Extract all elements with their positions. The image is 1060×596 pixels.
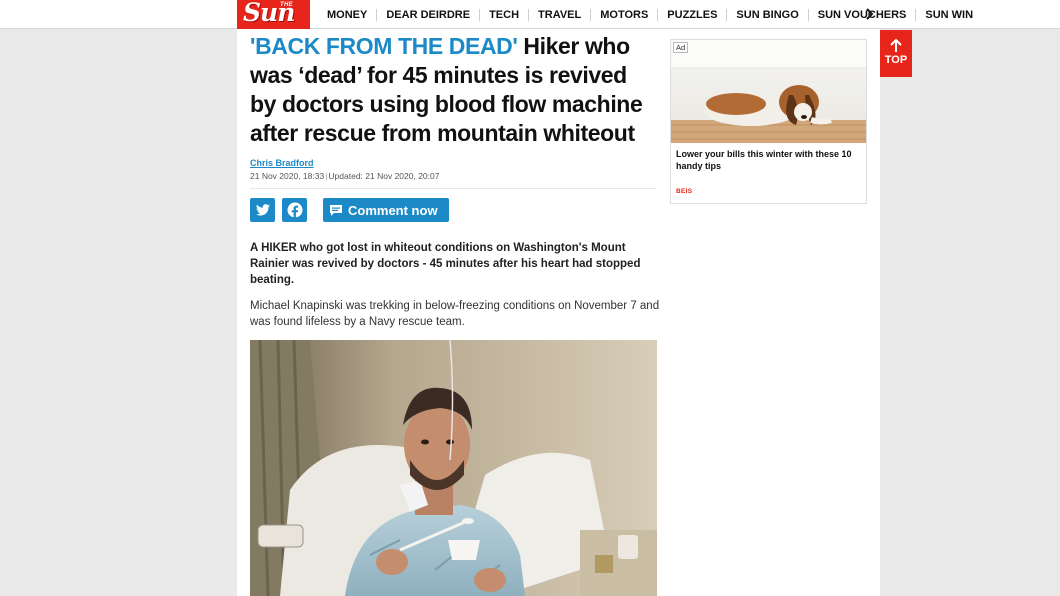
- nav-item-sun-win[interactable]: SUN WIN: [915, 8, 982, 21]
- top-navigation: THE Sun MONEY DEAR DEIRDRE TECH TRAVEL M…: [0, 0, 1060, 29]
- nav-item-dear-deirdre[interactable]: DEAR DEIRDRE: [376, 8, 479, 21]
- nav-menu: MONEY DEAR DEIRDRE TECH TRAVEL MOTORS PU…: [318, 0, 982, 29]
- article-headline: 'BACK FROM THE DEAD' Hiker who was ‘dead…: [250, 32, 650, 148]
- ad-badge: Ad: [673, 42, 689, 53]
- headline-kicker: 'BACK FROM THE DEAD': [250, 33, 524, 59]
- ad-image: Ad: [671, 40, 866, 143]
- nav-item-motors[interactable]: MOTORS: [590, 8, 657, 21]
- nav-item-travel[interactable]: TRAVEL: [528, 8, 590, 21]
- nav-item-money[interactable]: MONEY: [318, 9, 376, 21]
- back-to-top-button[interactable]: TOP: [880, 30, 912, 77]
- byline-divider: [250, 188, 656, 189]
- nav-item-tech[interactable]: TECH: [479, 8, 528, 21]
- article-paragraph: Michael Knapinski was trekking in below-…: [250, 300, 660, 328]
- twitter-icon[interactable]: [250, 198, 275, 222]
- article-standfirst: A HIKER who got lost in whiteout conditi…: [250, 242, 641, 286]
- article-dates: 21 Nov 2020, 18:33|Updated: 21 Nov 2020,…: [250, 171, 440, 181]
- arrow-up-icon: [890, 39, 902, 52]
- updated-date: Updated: 21 Nov 2020, 20:07: [328, 171, 440, 181]
- top-label: TOP: [884, 54, 908, 66]
- author-link[interactable]: Chris Bradford: [250, 158, 314, 168]
- comment-icon: [330, 204, 342, 216]
- sidebar-ad[interactable]: Ad Lower your bills this winter with the…: [670, 39, 867, 204]
- ad-source: BEIS: [676, 188, 693, 195]
- nav-item-sun-bingo[interactable]: SUN BINGO: [726, 8, 807, 21]
- logo-sun-text: Sun: [243, 0, 295, 27]
- published-date: 21 Nov 2020, 18:33: [250, 171, 325, 181]
- ad-headline[interactable]: Lower your bills this winter with these …: [676, 149, 864, 172]
- article-photo[interactable]: [250, 340, 657, 596]
- the-sun-logo[interactable]: THE Sun: [237, 0, 310, 29]
- comment-now-label: Comment now: [348, 202, 438, 218]
- chevron-right-icon[interactable]: [862, 6, 876, 22]
- comment-now-button[interactable]: Comment now: [323, 198, 449, 222]
- nav-item-puzzles[interactable]: PUZZLES: [657, 8, 726, 21]
- facebook-icon[interactable]: [282, 198, 307, 222]
- share-buttons: [250, 198, 307, 222]
